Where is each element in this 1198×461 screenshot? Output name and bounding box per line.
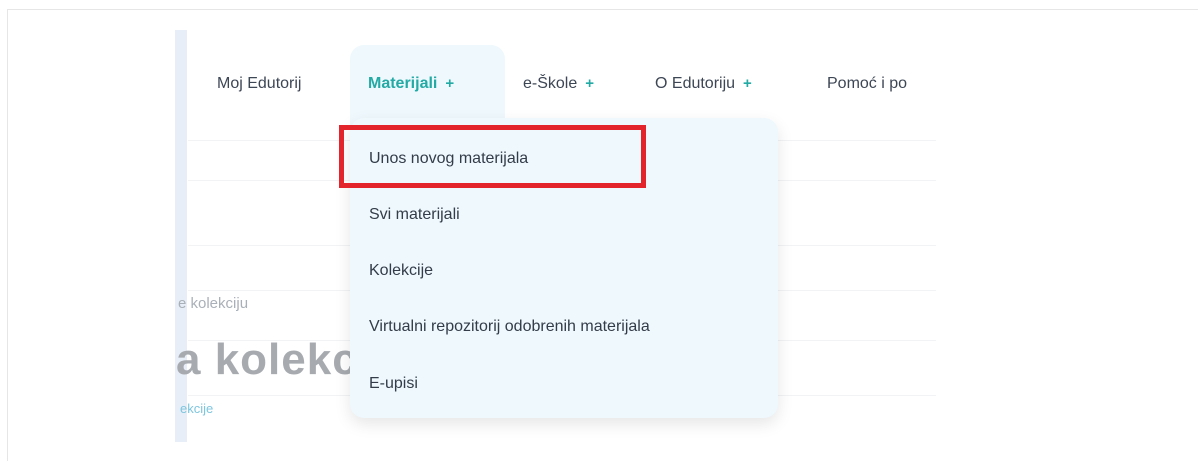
- nav-item-o-edutoriju[interactable]: O Edutoriju +: [655, 75, 752, 93]
- nav-label: e-Škole: [523, 75, 578, 92]
- expand-plus-icon: +: [445, 75, 455, 92]
- nav-label: Moj Edutorij: [217, 75, 302, 92]
- breadcrumb[interactable]: e kolekciju: [178, 295, 248, 312]
- expand-plus-icon: +: [585, 75, 595, 92]
- nav-item-e-skole[interactable]: e-Škole +: [523, 75, 594, 93]
- menu-item-e-upisi[interactable]: E-upisi: [369, 375, 418, 393]
- menu-item-virtualni-repozitorij[interactable]: Virtualni repozitorij odobrenih materija…: [369, 318, 650, 336]
- menu-item-svi-materijali[interactable]: Svi materijali: [369, 206, 460, 224]
- nav-item-materijali[interactable]: Materijali +: [368, 75, 454, 93]
- page-title: a kolekc: [176, 335, 358, 384]
- nav-label: O Edutoriju: [655, 75, 736, 92]
- nav-item-moj-edutorij[interactable]: Moj Edutorij: [217, 75, 301, 93]
- nav-label: Pomoć i po: [827, 75, 908, 92]
- collections-link[interactable]: ekcije: [180, 401, 213, 416]
- expand-plus-icon: +: [743, 75, 752, 92]
- nav-label: Materijali: [368, 75, 438, 92]
- nav-item-pomoc[interactable]: Pomoć i po: [827, 75, 949, 93]
- menu-item-kolekcije[interactable]: Kolekcije: [369, 262, 433, 280]
- highlight-annotation-box: [339, 125, 646, 188]
